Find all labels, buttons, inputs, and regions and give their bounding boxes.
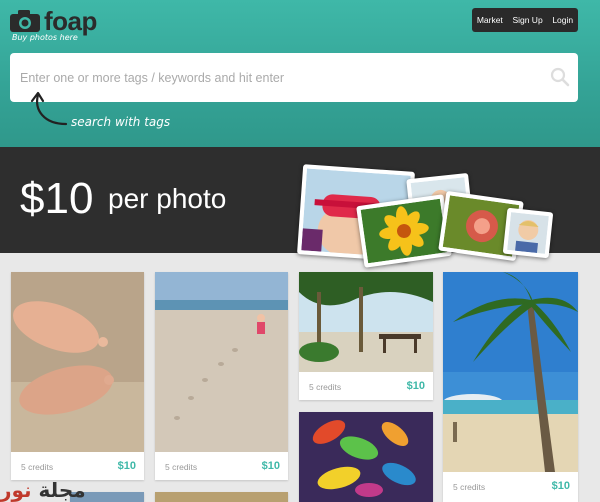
search-box — [10, 53, 578, 102]
watermark-logo: مجلة نور — [0, 478, 86, 502]
photo-card[interactable] — [155, 492, 288, 502]
photo-card[interactable] — [299, 412, 433, 502]
logo[interactable]: foap — [10, 8, 97, 34]
search-hint: search with tags — [71, 115, 171, 129]
photo-palm-tree — [443, 272, 578, 472]
photo-price: $10 — [406, 380, 425, 392]
photo-colorful-leaves — [299, 412, 433, 502]
curved-arrow-icon — [30, 91, 68, 126]
logo-text: foap — [44, 6, 97, 36]
photo-feet-in-sand — [11, 272, 144, 452]
photo-card[interactable]: 5 credits $10 — [443, 272, 578, 502]
photo-card[interactable]: 5 credits $10 — [155, 272, 288, 480]
photo-price: $10 — [551, 480, 570, 492]
nav-login[interactable]: Login — [552, 15, 573, 25]
photo-credits: 5 credits — [165, 462, 198, 472]
header: foap Buy photos here Market Sign Up Logi… — [0, 0, 600, 147]
watermark-dark: مجلة — [38, 478, 86, 502]
camera-icon — [10, 10, 40, 32]
tagline: Buy photos here — [12, 33, 78, 42]
promo-per-photo: per photo — [108, 183, 227, 214]
photo-price: $10 — [261, 460, 280, 472]
photo-credits: 5 credits — [309, 382, 342, 392]
photo-card[interactable]: 5 credits $10 — [299, 272, 433, 400]
photo-credits: 5 credits — [453, 482, 486, 492]
promo-photo-boy — [502, 207, 554, 259]
promo-price: $10 — [20, 174, 94, 223]
photo-credits: 5 credits — [21, 462, 54, 472]
search-icon[interactable] — [550, 67, 570, 87]
promo-photo-sunflower — [356, 194, 452, 268]
photo-beach-child — [155, 272, 288, 452]
top-nav: Market Sign Up Login — [472, 8, 578, 32]
watermark-red: نور — [0, 478, 32, 502]
photo-price: $10 — [117, 460, 136, 472]
nav-sign-up[interactable]: Sign Up — [512, 15, 542, 25]
search-input[interactable] — [10, 53, 540, 102]
nav-market[interactable]: Market — [477, 15, 503, 25]
photo-card[interactable]: 5 credits $10 — [11, 272, 144, 480]
photo-palms-picnic — [299, 272, 433, 372]
